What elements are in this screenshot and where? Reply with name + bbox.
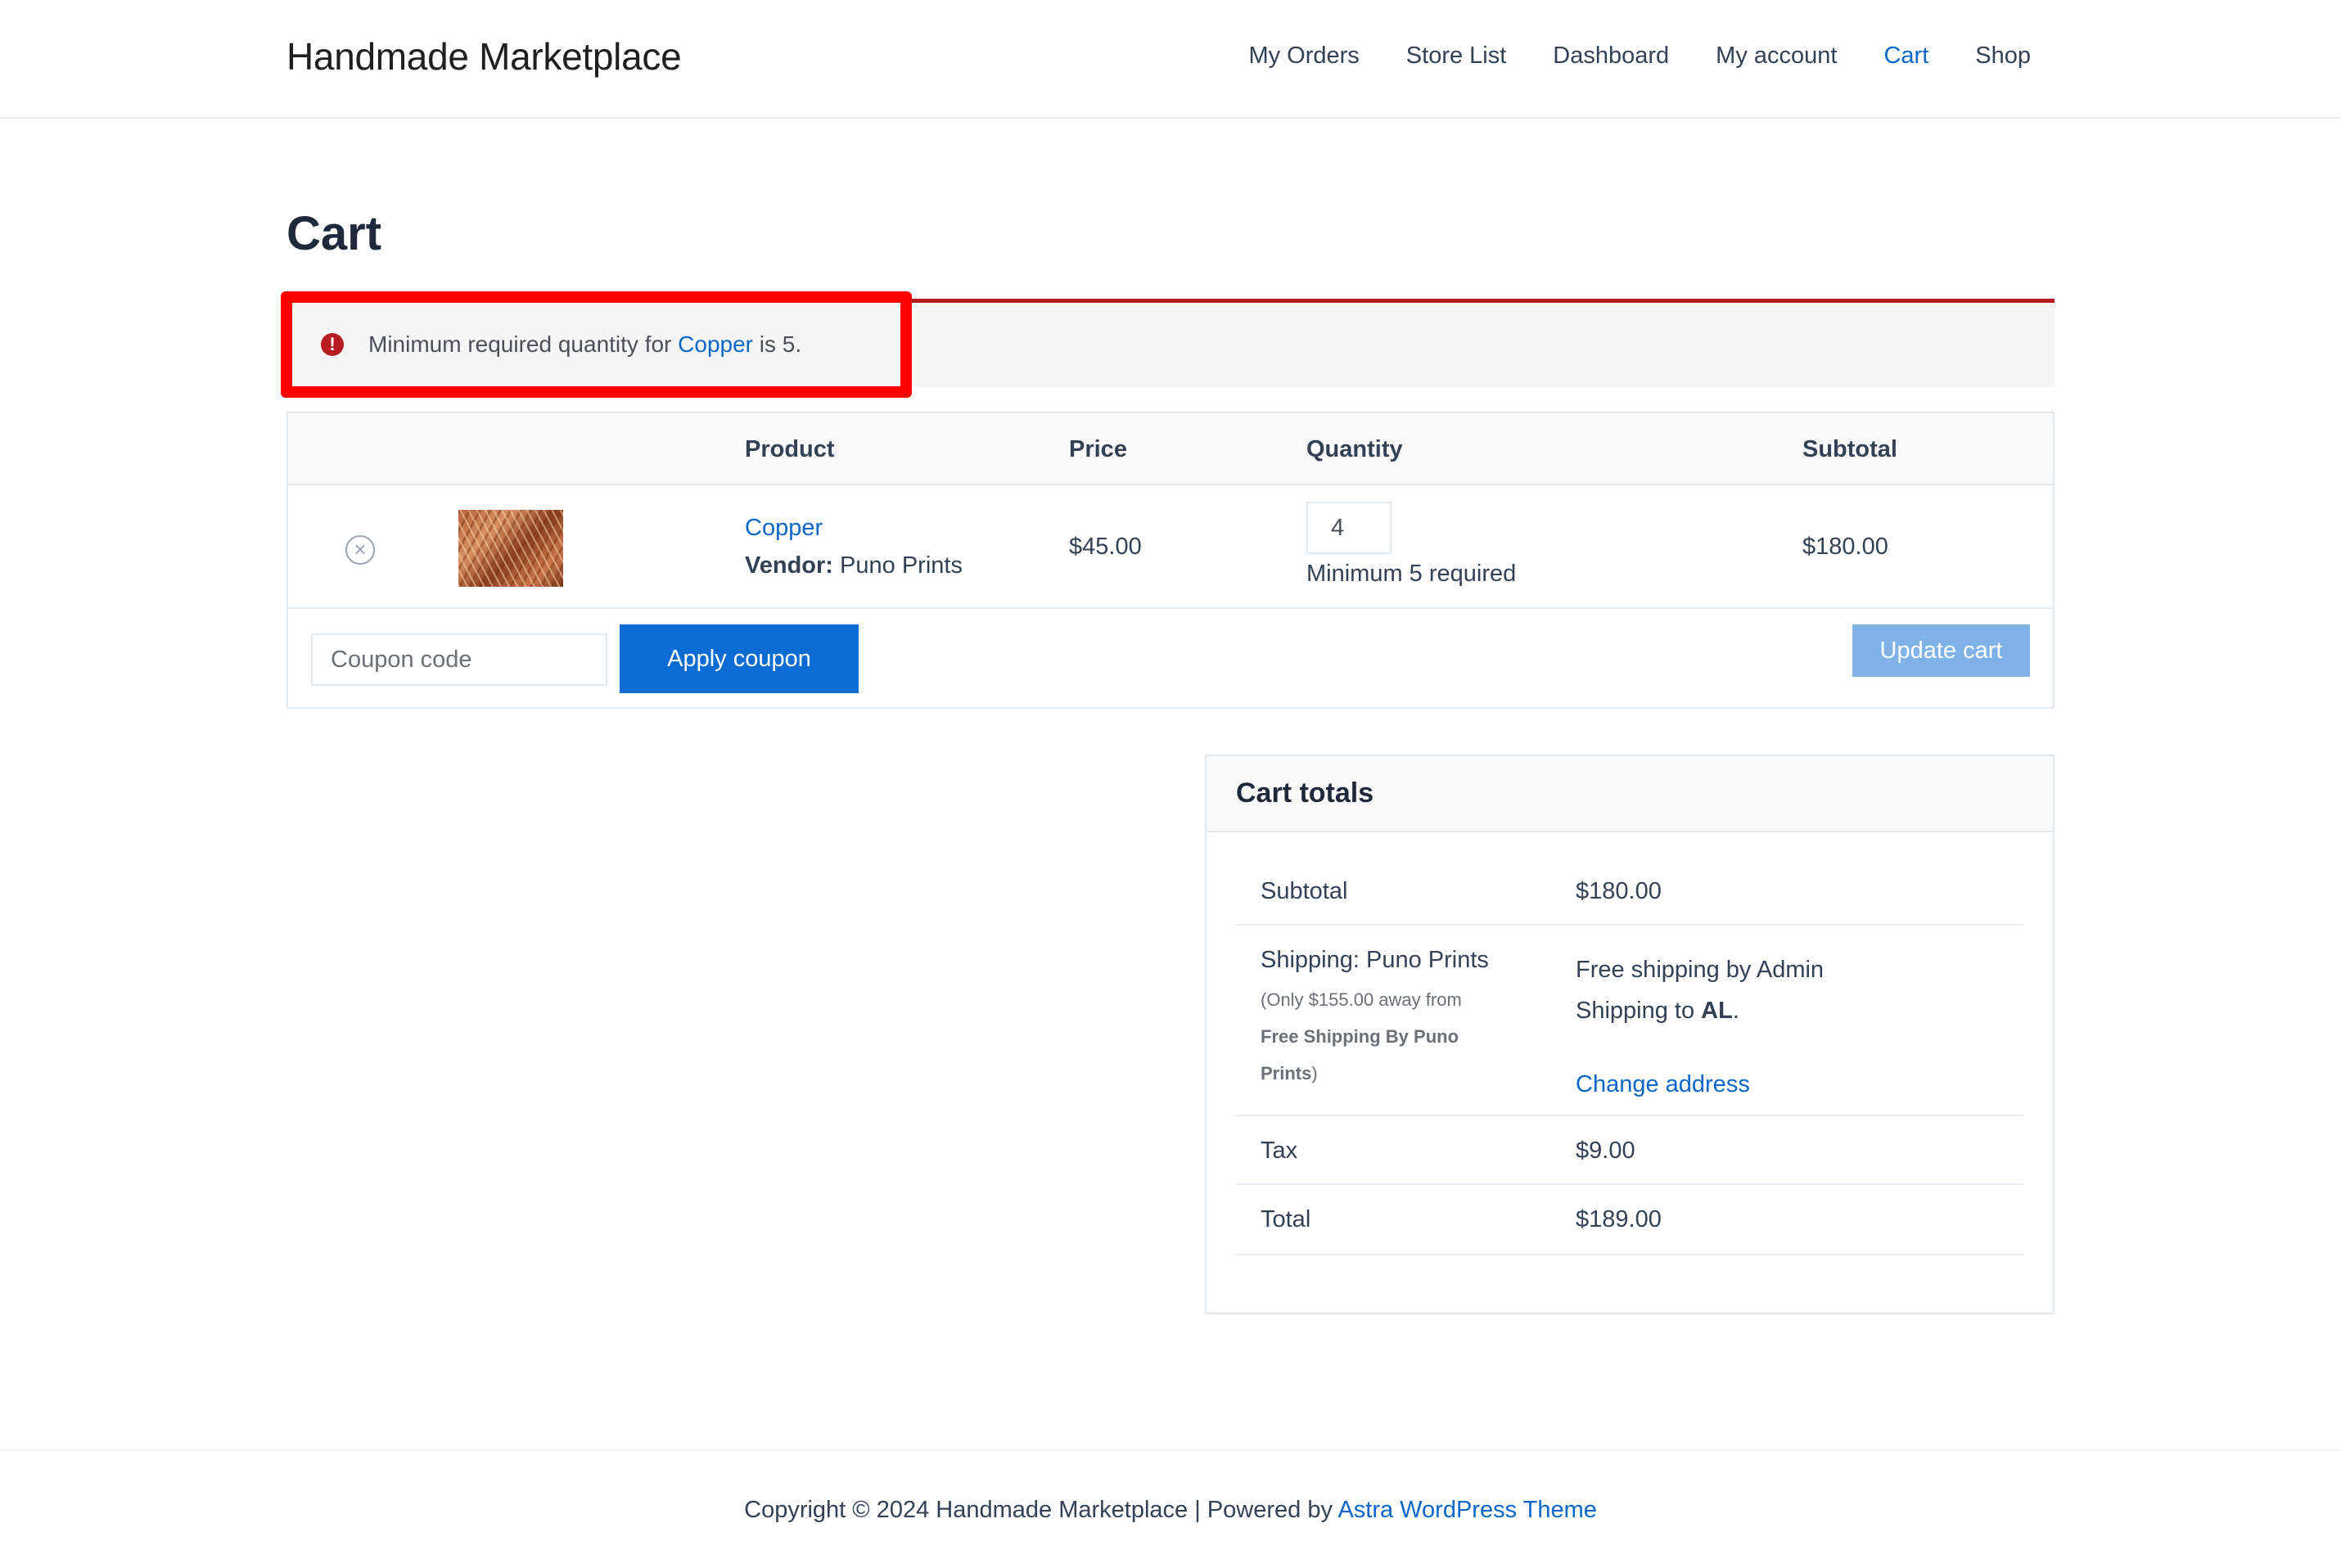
cart-table: Product Price Quantity Subtotal × Copper… xyxy=(286,412,2055,709)
footer-theme-link[interactable]: Astra WordPress Theme xyxy=(1337,1497,1596,1523)
totals-row-tax: Tax $9.00 xyxy=(1236,1116,2023,1185)
notice-product-link[interactable]: Copper xyxy=(678,331,753,357)
tax-value: $9.00 xyxy=(1576,1138,1635,1164)
item-subtotal: $180.00 xyxy=(1802,534,1888,560)
cart-actions-row: Apply coupon Update cart xyxy=(288,609,2053,709)
notice-message: Minimum required quantity for Copper is … xyxy=(368,331,801,358)
totals-row-total: Total $189.00 xyxy=(1236,1185,2023,1255)
remove-circle-x-icon: × xyxy=(354,537,367,561)
total-label: Total xyxy=(1261,1206,1311,1232)
error-notice: ! Minimum required quantity for Copper i… xyxy=(286,299,2055,387)
shipping-method: Free shipping by Admin xyxy=(1576,957,1825,983)
totals-row-shipping: Shipping: Puno Prints (Only $155.00 away… xyxy=(1236,926,2023,1116)
cart-item-row: × Copper Vendor: Puno Prints $45.00 Mini… xyxy=(288,485,2053,609)
subtotal-label: Subtotal xyxy=(1261,878,1348,904)
nav-item-store-list[interactable]: Store List xyxy=(1406,43,1507,70)
apply-coupon-button[interactable]: Apply coupon xyxy=(620,624,859,693)
shipping-note-suffix: ) xyxy=(1311,1063,1318,1084)
column-header-product: Product xyxy=(745,436,835,462)
nav-item-dashboard[interactable]: Dashboard xyxy=(1553,43,1669,70)
totals-row-subtotal: Subtotal $180.00 xyxy=(1236,857,2023,926)
column-header-quantity: Quantity xyxy=(1306,436,1403,462)
shipping-destination: Shipping to AL. xyxy=(1576,998,1739,1025)
notice-suffix: is 5. xyxy=(753,331,802,357)
vendor-name: Puno Prints xyxy=(840,552,963,579)
shipping-note-prefix: (Only $155.00 away from xyxy=(1261,989,1462,1010)
nav-item-my-orders[interactable]: My Orders xyxy=(1248,43,1359,70)
site-header: Handmade Marketplace My Orders Store Lis… xyxy=(0,0,2341,119)
quantity-minimum-note: Minimum 5 required xyxy=(1306,561,1517,587)
total-value: $189.00 xyxy=(1576,1206,1662,1232)
cart-totals-panel: Cart totals Subtotal $180.00 Shipping: P… xyxy=(1205,755,2055,1314)
shipping-to-suffix: . xyxy=(1732,998,1739,1024)
nav-item-cart[interactable]: Cart xyxy=(1883,43,1928,70)
cart-table-header: Product Price Quantity Subtotal xyxy=(288,413,2053,485)
change-address-link[interactable]: Change address xyxy=(1576,1071,1750,1098)
item-price: $45.00 xyxy=(1069,534,1142,560)
update-cart-button[interactable]: Update cart xyxy=(1852,624,2030,677)
shipping-to-state: AL xyxy=(1701,998,1733,1024)
subtotal-value: $180.00 xyxy=(1576,878,1662,904)
column-header-subtotal: Subtotal xyxy=(1802,436,1897,462)
coupon-code-input[interactable] xyxy=(311,633,607,686)
column-header-price: Price xyxy=(1069,436,1127,462)
nav-item-my-account[interactable]: My account xyxy=(1716,43,1837,70)
product-vendor: Vendor: Puno Prints xyxy=(745,552,963,579)
site-title-link[interactable]: Handmade Marketplace xyxy=(286,34,682,79)
notice-prefix: Minimum required quantity for xyxy=(368,331,679,357)
product-name-link[interactable]: Copper xyxy=(745,515,823,542)
nav-item-shop[interactable]: Shop xyxy=(1975,43,2031,70)
tax-label: Tax xyxy=(1261,1138,1298,1164)
product-thumbnail[interactable] xyxy=(458,510,563,587)
page-title: Cart xyxy=(286,207,382,260)
footer-copyright: Copyright © 2024 Handmade Marketplace | … xyxy=(0,1497,2341,1524)
vendor-label: Vendor: xyxy=(745,552,833,579)
shipping-note-bold: Free Shipping By Puno Prints xyxy=(1261,1026,1459,1084)
cart-totals-title: Cart totals xyxy=(1236,777,1374,809)
main-nav: My Orders Store List Dashboard My accoun… xyxy=(1202,43,2031,70)
shipping-label: Shipping: Puno Prints xyxy=(1261,947,1489,973)
remove-item-button[interactable]: × xyxy=(345,535,375,565)
quantity-input[interactable] xyxy=(1306,502,1392,554)
shipping-threshold-note: (Only $155.00 away from Free Shipping By… xyxy=(1261,981,1498,1092)
error-icon: ! xyxy=(321,333,344,356)
cart-totals-header: Cart totals xyxy=(1207,756,2053,832)
shipping-to-prefix: Shipping to xyxy=(1576,998,1702,1024)
site-footer: Copyright © 2024 Handmade Marketplace | … xyxy=(0,1449,2341,1568)
footer-copyright-text: Copyright © 2024 Handmade Marketplace | … xyxy=(744,1497,1338,1523)
